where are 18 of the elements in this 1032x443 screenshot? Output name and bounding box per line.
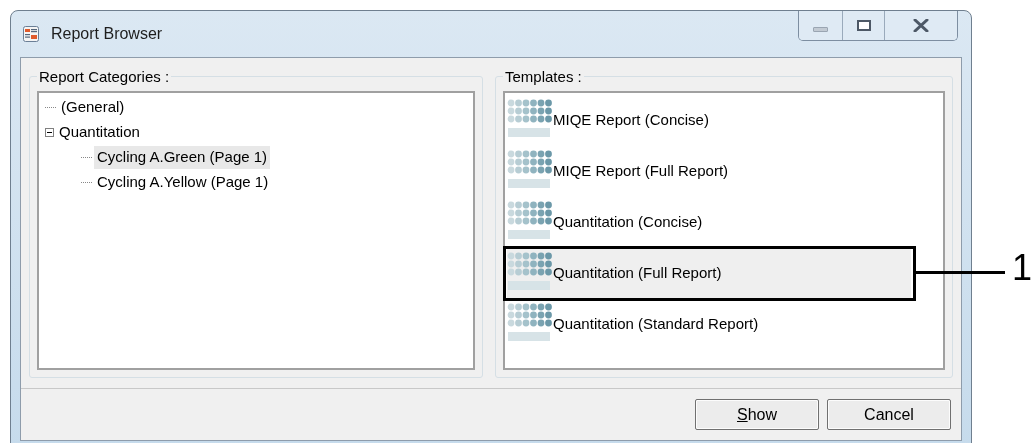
tree-item[interactable]: (General) — [58, 96, 128, 119]
dialog-button[interactable]: Cancel — [827, 399, 951, 430]
collapse-icon[interactable] — [45, 128, 54, 137]
close-button[interactable] — [885, 11, 957, 40]
template-item[interactable]: MIQE Report (Full Report) — [507, 146, 911, 197]
template-item[interactable]: Quantitation (Standard Report) — [507, 299, 911, 350]
tree-item[interactable]: Quantitation — [56, 121, 143, 144]
report-icon — [23, 26, 39, 42]
template-item[interactable]: Quantitation (Full Report) — [507, 248, 911, 299]
close-icon — [913, 19, 929, 32]
template-item[interactable]: Quantitation (Concise) — [507, 197, 911, 248]
callout-number: 1 — [1012, 250, 1032, 286]
tree-item[interactable]: Cycling A.Green (Page 1) — [94, 146, 271, 169]
template-item[interactable]: MIQE Report (Concise) — [507, 95, 911, 146]
maximize-button[interactable] — [843, 11, 885, 40]
tree-item[interactable]: Cycling A.Yellow (Page 1) — [94, 171, 272, 194]
window-title: Report Browser — [51, 24, 163, 44]
dialog-button[interactable]: Show — [695, 399, 819, 430]
